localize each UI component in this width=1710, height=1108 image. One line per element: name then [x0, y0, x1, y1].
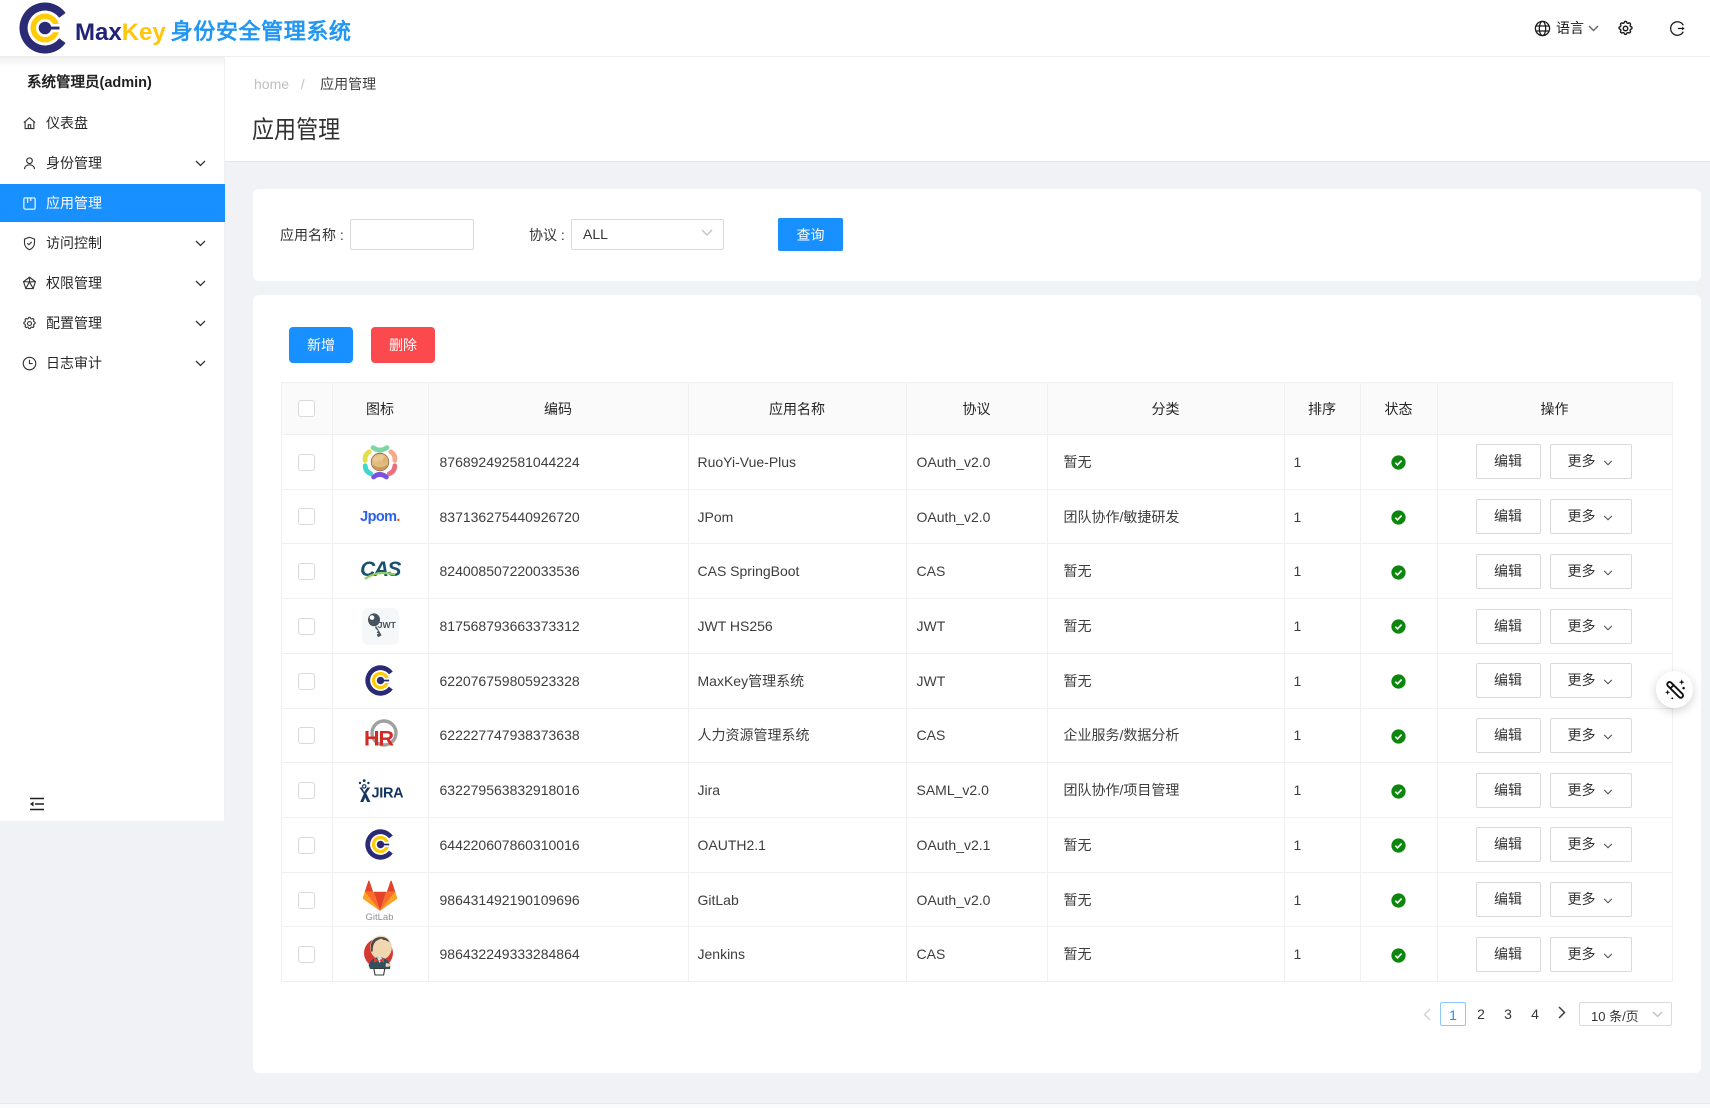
svg-text:GitLab: GitLab: [366, 912, 394, 921]
svg-text:HR: HR: [364, 726, 395, 750]
svg-text:JWT: JWT: [377, 620, 396, 630]
svg-text:JIRA: JIRA: [371, 785, 404, 801]
